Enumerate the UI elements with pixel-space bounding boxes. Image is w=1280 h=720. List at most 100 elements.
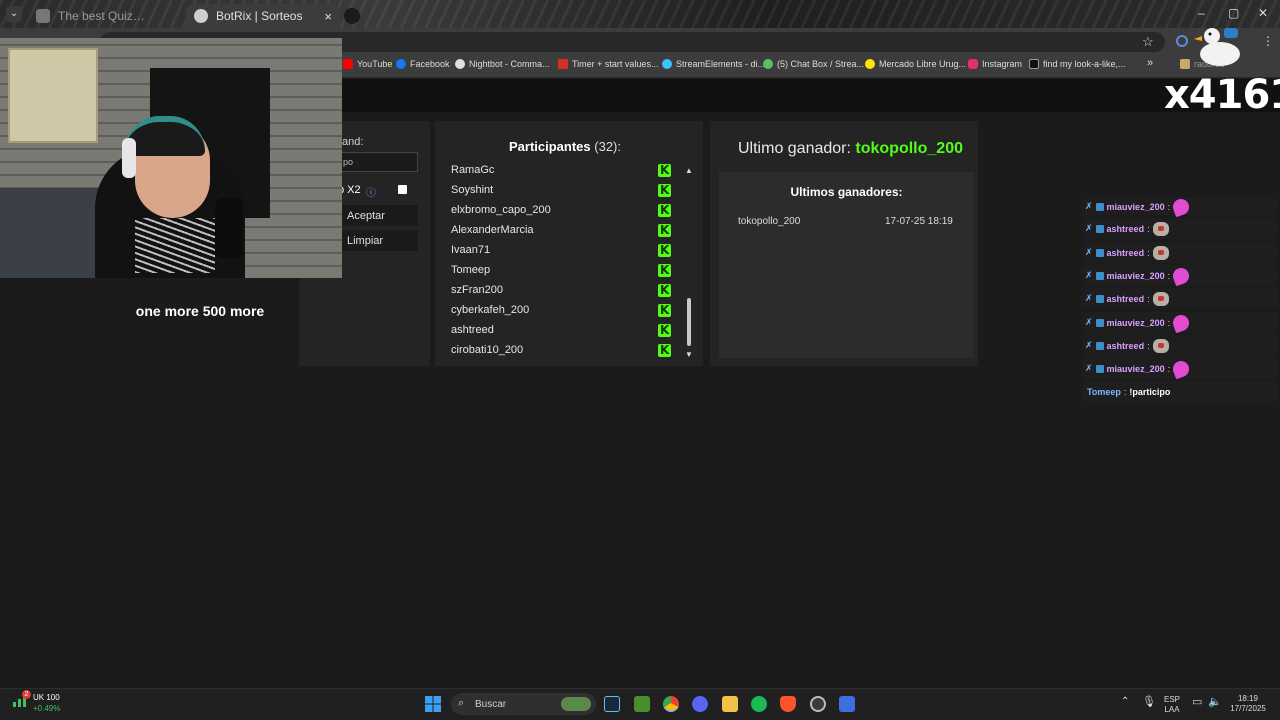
menu-kebab-icon[interactable]: ⋮	[1262, 34, 1274, 48]
counter-overlay: x4161	[1164, 72, 1280, 118]
facebook-icon	[396, 59, 406, 69]
clear-button[interactable]: Limpiar	[336, 230, 418, 251]
mercadolibre-icon	[865, 59, 875, 69]
timer-icon	[558, 59, 568, 69]
winner-date: 17-07-25 18:19	[885, 216, 953, 227]
chat-message: ✗ miauviez_200:	[1082, 312, 1278, 333]
bookmark-mercadolibre[interactable]: Mercado Libre Urug...	[865, 59, 966, 69]
tab-label: The best Quiz…	[58, 9, 145, 23]
kick-icon	[658, 323, 671, 337]
microphone-icon[interactable]: 🎙	[1142, 697, 1156, 708]
participant-row: RamaGc	[451, 160, 671, 180]
new-tab-button[interactable]	[344, 4, 364, 28]
sword-badge-icon: ✗	[1085, 270, 1093, 280]
tab-quiz[interactable]: The best Quiz…	[28, 4, 178, 28]
bookmark-lookalike[interactable]: find my look-a-like,...	[1029, 59, 1126, 69]
bookmark-nightbot[interactable]: Nightbot - Comma...	[455, 59, 550, 69]
sword-badge-icon: ✗	[1085, 247, 1093, 257]
sub-badge-icon	[1095, 271, 1104, 280]
windows-start-icon[interactable]	[425, 696, 441, 712]
accept-button[interactable]: Aceptar	[336, 205, 418, 226]
command-input[interactable]: po	[336, 152, 418, 172]
chat-message: ✗ ashtreed:	[1082, 218, 1278, 239]
participant-row: elxbromo_capo_200	[451, 200, 671, 220]
kick-icon	[658, 283, 671, 297]
kick-icon	[658, 183, 671, 197]
stock-name: UK 100	[33, 693, 60, 702]
obs-icon[interactable]	[810, 696, 826, 712]
kick-icon	[658, 203, 671, 217]
tab-search-button[interactable]: ⌄	[6, 6, 22, 22]
x2-checkbox[interactable]	[398, 185, 407, 194]
taskbar-search[interactable]: ⌕ Buscar	[451, 693, 596, 715]
participant-row: Tomeep	[451, 260, 671, 280]
app-icon[interactable]	[839, 696, 855, 712]
webcam-feed	[0, 38, 342, 278]
sub-badge-icon	[1095, 341, 1104, 350]
file-explorer-icon[interactable]	[722, 696, 738, 712]
participant-row: ashtreed	[451, 320, 671, 340]
bookmark-facebook[interactable]: Facebook	[396, 59, 450, 69]
tab-botrix[interactable]: BotRix | Sorteos ×	[186, 4, 340, 28]
chat-message: ✗ ashtreed:	[1082, 288, 1278, 309]
pig-emote-icon	[1152, 291, 1169, 306]
clock[interactable]: 18:19 17/7/2025	[1226, 694, 1270, 714]
minimize-icon[interactable]: –	[1198, 6, 1205, 20]
chatbox-icon	[763, 59, 773, 69]
bookmark-streamelements[interactable]: StreamElements - di...	[662, 59, 765, 69]
participant-row: cyberkafeh_200	[451, 300, 671, 320]
network-icon[interactable]: ▭	[1192, 697, 1202, 708]
participant-row: Soyshint	[451, 180, 671, 200]
bookmark-star-icon[interactable]: ☆	[1142, 34, 1154, 50]
kick-icon	[658, 163, 671, 177]
chrome-icon[interactable]	[663, 696, 679, 712]
chat-message: ✗ miauviez_200:	[1082, 358, 1278, 379]
participants-count: (32):	[594, 139, 621, 154]
chat-message: ✗ ashtreed:	[1082, 335, 1278, 356]
sword-badge-icon: ✗	[1085, 317, 1093, 327]
participant-row: AlexanderMarcia	[451, 220, 671, 240]
tray-expand-icon[interactable]: ⌃	[1121, 697, 1129, 707]
bookmark-instagram[interactable]: Instagram	[968, 59, 1022, 69]
steam-icon[interactable]	[604, 696, 620, 712]
nightbot-icon	[455, 59, 465, 69]
search-icon: ⌕	[458, 697, 465, 709]
maximize-icon[interactable]: ▢	[1228, 6, 1239, 20]
youtube-icon	[343, 59, 353, 69]
bookmark-chatbox[interactable]: (5) Chat Box / Strea...	[763, 59, 864, 69]
minecraft-icon[interactable]	[634, 696, 650, 712]
streamelements-icon	[662, 59, 672, 69]
language-indicator[interactable]: ESP LAA	[1160, 695, 1184, 715]
folder-icon	[1180, 59, 1190, 69]
stock-widget[interactable]: 2 UK 100 +0.49%	[12, 690, 60, 713]
close-tab-icon[interactable]: ×	[324, 9, 332, 24]
bookmark-timer[interactable]: Timer + start values...	[558, 59, 658, 69]
pig-emote-icon	[1152, 245, 1169, 260]
tab-label: BotRix | Sorteos	[216, 9, 303, 23]
sub-badge-icon	[1095, 294, 1104, 303]
discord-icon[interactable]	[692, 696, 708, 712]
notification-badge: 2	[22, 690, 31, 699]
bookmark-youtube[interactable]: YouTube	[343, 59, 392, 69]
stock-change: +0.49%	[33, 704, 61, 713]
sub-badge-icon	[1095, 224, 1104, 233]
scroll-up-icon[interactable]: ▲	[685, 166, 693, 175]
stream-subtitle: one more 500 more	[135, 303, 265, 319]
bookmarks-more-icon[interactable]: »	[1147, 57, 1153, 69]
lookalike-icon	[1029, 59, 1039, 69]
search-highlight-icon	[561, 697, 591, 711]
command-label: and:	[342, 136, 364, 148]
scroll-down-icon[interactable]: ▼	[685, 350, 693, 359]
extension-icon[interactable]	[1176, 35, 1188, 47]
volume-icon[interactable]: 🔈	[1208, 697, 1222, 708]
sub-badge-icon	[1095, 364, 1104, 373]
brave-icon[interactable]	[780, 696, 796, 712]
kick-icon	[658, 263, 671, 277]
tab-favicon-icon	[36, 9, 50, 23]
participant-row: Ivaan71	[451, 240, 671, 260]
info-icon[interactable]: ⓘ	[366, 184, 376, 199]
close-window-icon[interactable]: ✕	[1258, 6, 1268, 20]
pig-emote-icon	[1152, 338, 1169, 353]
scroll-thumb[interactable]	[687, 298, 691, 346]
spotify-icon[interactable]	[751, 696, 767, 712]
